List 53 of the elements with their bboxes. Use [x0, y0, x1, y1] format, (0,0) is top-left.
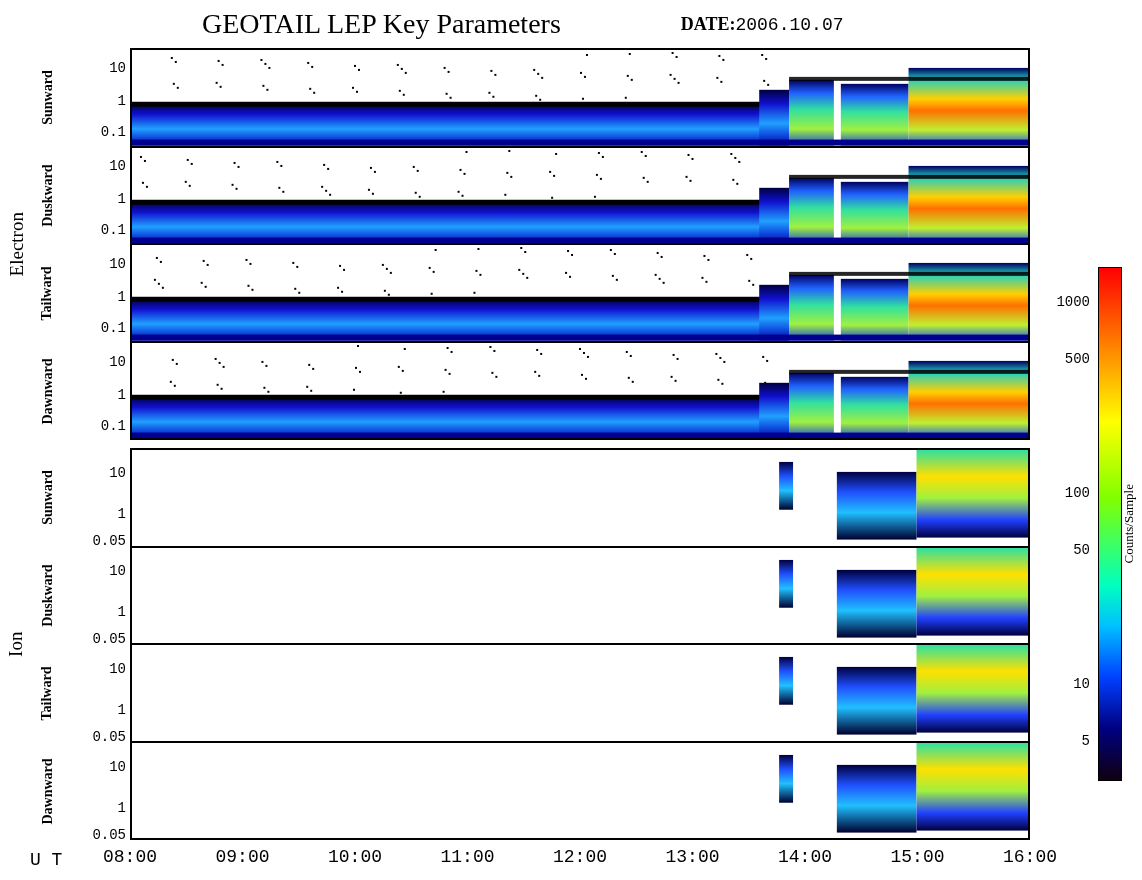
species-label: Electron — [4, 211, 28, 277]
axis-tick-label: 1 — [117, 93, 126, 108]
date-label: DATE:2006.10.07 — [680, 14, 844, 34]
axis-tick-label: 1 — [117, 800, 126, 815]
axis-tick-label: 10 — [109, 158, 126, 173]
axis-tick-label: 10 — [109, 759, 126, 774]
axis-tick-label: 1 — [117, 289, 126, 304]
axis-tick-label: 1 — [117, 191, 126, 206]
time-tick-label: 12:00 — [553, 848, 607, 866]
time-tick-label: 14:00 — [778, 848, 832, 866]
direction-label: Sunward — [38, 469, 56, 525]
axis-tick-label: 0.05 — [92, 632, 126, 647]
colorbar-tick-label: 100 — [1064, 486, 1090, 500]
axis-tick-label: 1 — [117, 604, 126, 619]
axis-tick-label: 0.1 — [100, 125, 126, 140]
direction-label: Tailward — [38, 266, 56, 320]
axis-tick-label: 10 — [109, 60, 126, 75]
axis-tick-label: 0.05 — [92, 730, 126, 745]
direction-label: Dawnward — [38, 757, 56, 825]
direction-label: Dawnward — [38, 357, 56, 425]
colorbar-tick-label: 10 — [1073, 677, 1090, 691]
axis-tick-label: 1 — [117, 387, 126, 402]
colorbar-tick-label: 500 — [1064, 352, 1090, 367]
axis-tick-label: 0.05 — [92, 828, 126, 843]
colorbar-label: Counts/Sample — [1120, 484, 1138, 564]
axis-tick-label: 0.1 — [100, 223, 126, 238]
time-axis-label: U T — [30, 848, 63, 872]
axis-tick-label: 10 — [109, 256, 126, 271]
direction-label: Sunward — [38, 69, 56, 125]
axis-tick-label: 0.1 — [100, 321, 126, 336]
axis-tick-label: 1 — [117, 506, 126, 521]
colorbar-tick-label: 50 — [1073, 543, 1090, 558]
axis-tick-label: 1 — [117, 702, 126, 717]
colorbar-tick-label: 1000 — [1056, 295, 1090, 309]
time-tick-label: 10:00 — [328, 848, 382, 866]
species-label: Ion — [4, 631, 28, 657]
axis-tick-label: 10 — [109, 661, 126, 676]
time-tick-label: 13:00 — [665, 848, 720, 866]
time-tick-label: 16:00 — [1003, 848, 1057, 866]
time-tick-label: 09:00 — [215, 848, 270, 866]
direction-label: Duskward — [38, 163, 56, 227]
axis-tick-label: 10 — [109, 465, 126, 480]
direction-label: Duskward — [38, 563, 56, 627]
axis-tick-label: 0.05 — [92, 534, 126, 549]
direction-label: Tailward — [38, 666, 56, 720]
axis-tick-label: 0.1 — [100, 419, 126, 434]
plot-title: GEOTAIL LEP Key Parameters — [202, 10, 561, 38]
axis-tick-label: 10 — [109, 354, 126, 369]
colorbar-tick-label: 5 — [1081, 734, 1090, 749]
axis-tick-label: 10 — [109, 563, 126, 578]
time-tick-label: 08:00 — [103, 848, 157, 866]
time-tick-label: 15:00 — [890, 848, 945, 866]
time-tick-label: 11:00 — [440, 848, 495, 866]
